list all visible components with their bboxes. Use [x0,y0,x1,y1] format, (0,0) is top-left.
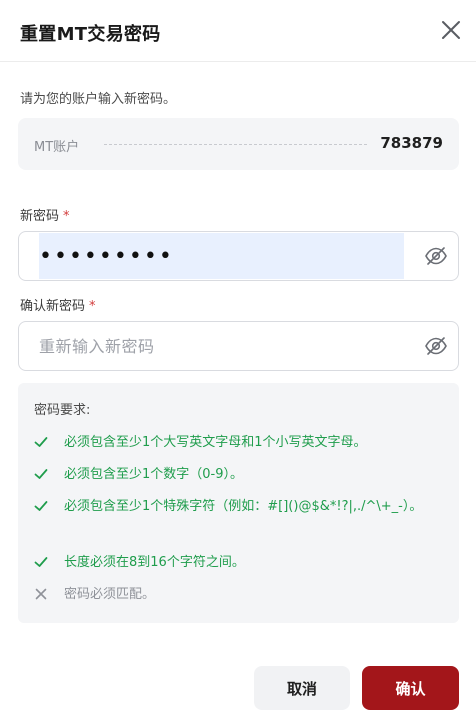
check-icon [34,501,48,511]
account-divider [104,144,367,145]
close-button[interactable] [436,15,466,45]
reset-password-dialog: 重置MT交易密码 请为您的账户输入新密码。 MT账户 783879 新密码* 确… [0,0,476,723]
dialog-header: 重置MT交易密码 [0,0,476,62]
requirement-text: 密码必须匹配。 [64,587,156,602]
eye-slash-icon [425,247,447,265]
check-icon [34,437,48,447]
check-icon [34,557,48,567]
close-icon [442,21,460,39]
confirm-button[interactable]: 确认 [362,666,459,710]
new-password-input[interactable] [39,233,404,279]
intro-text: 请为您的账户输入新密码。 [20,92,177,107]
account-number: 783879 [380,134,443,152]
requirement-text: 长度必须在8到16个字符之间。 [64,555,245,570]
requirement-text: 必须包含至少1个特殊字符（例如：#[]()@$&*!?|,./^\+_-）。 [64,499,423,514]
password-requirements: 密码要求: 必须包含至少1个大写英文字母和1个小写英文字母。 必须包含至少1个数… [18,383,459,623]
check-icon [34,469,48,479]
requirements-title: 密码要求: [34,403,91,418]
new-password-label-text: 新密码 [20,209,60,224]
x-icon [35,588,47,600]
eye-slash-icon [425,337,447,355]
toggle-new-password-visibility[interactable] [424,245,448,267]
required-mark: * [89,299,96,314]
account-info: MT账户 783879 [18,118,459,170]
confirm-password-field [18,321,459,371]
requirement-text: 必须包含至少1个数字（0-9）。 [64,467,244,482]
account-label: MT账户 [34,140,80,155]
toggle-confirm-password-visibility[interactable] [424,335,448,357]
required-mark: * [63,209,70,224]
requirement-text: 必须包含至少1个大写英文字母和1个小写英文字母。 [64,435,367,450]
cancel-button[interactable]: 取消 [254,666,350,710]
confirm-password-input[interactable] [39,323,404,369]
new-password-field [18,231,459,281]
dialog-title: 重置MT交易密码 [20,24,161,45]
confirm-password-label: 确认新密码 * [20,295,96,314]
confirm-password-label-text: 确认新密码 [20,299,86,314]
new-password-label: 新密码 * [20,205,70,224]
